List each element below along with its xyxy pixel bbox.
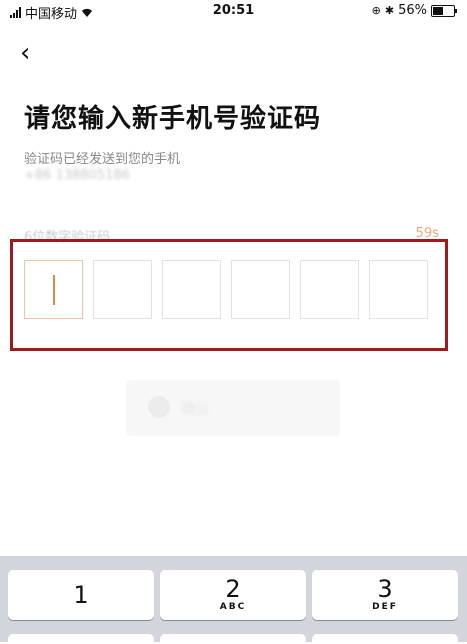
key-row-partial[interactable] (8, 634, 154, 644)
key-number: 3 (377, 575, 393, 603)
key-number: 1 (73, 581, 89, 609)
key-letters: DEF (372, 602, 398, 612)
confirm-button[interactable]: 确认 (126, 380, 340, 436)
key-3[interactable]: 3 DEF (312, 570, 458, 620)
battery-icon (431, 4, 457, 17)
page-title: 请您输入新手机号验证码 (24, 104, 322, 134)
status-right: ⊕ ✱ 56% (371, 3, 457, 18)
numeric-keyboard: 1 2 ABC 3 DEF (0, 556, 467, 644)
key-letters: ABC (219, 602, 247, 612)
key-1[interactable]: 1 (8, 570, 154, 620)
status-bar: 中国移动 20:51 ⊕ ✱ 56% (0, 0, 467, 24)
alarm-icon: ⊕ (371, 4, 381, 17)
highlight-annotation-frame (10, 239, 448, 351)
battery-percent: 56% (398, 3, 427, 18)
back-icon[interactable]: ‹ (20, 40, 30, 66)
key-number: 2 (225, 575, 241, 603)
bluetooth-icon: ✱ (384, 4, 395, 17)
key-row-partial[interactable] (312, 634, 458, 644)
masked-phone-number: +86 138805186 (24, 168, 131, 183)
check-icon (148, 396, 170, 418)
sent-info-text: 验证码已经发送到您的手机 (24, 152, 181, 167)
confirm-button-label: 确认 (182, 402, 210, 418)
key-row-partial[interactable] (160, 634, 306, 644)
battery-fill (433, 6, 443, 15)
key-2[interactable]: 2 ABC (160, 570, 306, 620)
